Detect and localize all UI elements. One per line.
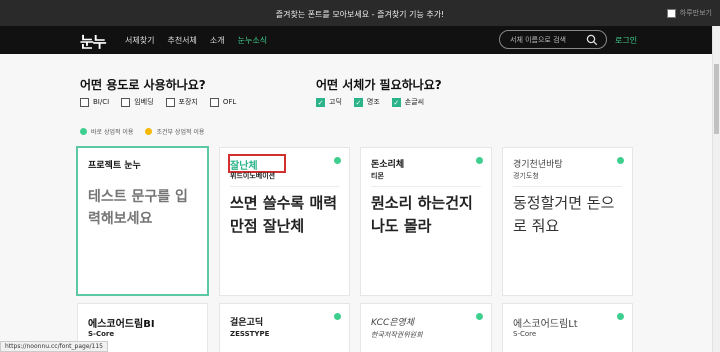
commercial-status-icon xyxy=(617,313,624,320)
font-card-jalnan[interactable]: 잘난체 위드이노베이션 쓰면 쓸수록 매력만점 잘난체 xyxy=(219,147,350,296)
legend-label: 조건부 상업적 이용 xyxy=(156,129,205,136)
legend-commercial: 바로 상업적 이용 xyxy=(80,127,133,136)
style-option-label: 명조 xyxy=(366,98,380,106)
check-icon[interactable]: ✓ xyxy=(353,97,363,107)
font-card-kcc-eunyoung[interactable]: KCC은영체 한국저작권위원회 xyxy=(360,303,492,352)
preview-text-input[interactable] xyxy=(88,186,199,236)
search-input[interactable] xyxy=(510,34,590,46)
style-option-gothic[interactable]: ✓ 고딕 xyxy=(316,97,342,107)
top-banner: 즐겨찾는 폰트를 모아보세요 - 즐겨찾기 기능 추가! 하루만보기 xyxy=(0,0,720,26)
check-icon[interactable]: ✓ xyxy=(316,97,325,107)
login-link[interactable]: 로그인 xyxy=(615,35,637,46)
commercial-status-icon xyxy=(334,157,341,164)
menu-item-about[interactable]: 소개 xyxy=(210,35,225,46)
font-card-maker: 경기도청 xyxy=(513,172,539,180)
font-card-score-dream-lt[interactable]: 에스코어드림Lt S-Core xyxy=(502,303,633,352)
green-dot-icon xyxy=(80,128,87,135)
font-card-donsori[interactable]: 돈소리체 티몬 뭔소리 하는건지 나도 몰라 xyxy=(360,147,492,296)
font-card-name[interactable]: 잘난체 xyxy=(230,157,258,172)
font-card-name[interactable]: 돈소리체 xyxy=(371,157,404,170)
style-option-myeongjo[interactable]: ✓ 명조 xyxy=(353,97,380,107)
font-card-sample: 뭔소리 하는건지 나도 몰라 xyxy=(371,194,473,235)
font-card-sample: 쓰면 쓸수록 매력만점 잘난체 xyxy=(230,194,338,235)
font-card-name[interactable]: 에스코어드림Lt xyxy=(513,315,578,330)
usage-option-packaging[interactable]: 포장지 xyxy=(165,97,198,107)
font-card-gyeonggi-batang[interactable]: 경기천년바탕 경기도청 동정할거면 돈으로 줘요 xyxy=(502,147,633,296)
usage-option-label: 임베딩 xyxy=(134,98,154,106)
license-legend: 바로 상업적 이용 조건부 상업적 이용 xyxy=(80,127,204,136)
legend-label: 바로 상업적 이용 xyxy=(91,129,134,136)
navigation-bar: 눈누 서체찾기 추천서체 소개 눈누소식 로그인 xyxy=(0,26,712,54)
usage-option-label: BI/CI xyxy=(93,98,110,106)
style-option-label: 손글씨 xyxy=(404,98,425,106)
font-card-name: 프로젝트 눈누 xyxy=(88,161,141,171)
style-options: ✓ 고딕 ✓ 명조 ✓ 손글씨 xyxy=(316,97,424,107)
usage-checkbox[interactable] xyxy=(209,97,219,107)
banner-message[interactable]: 즐겨찾는 폰트를 모아보세요 - 즐겨찾기 기능 추가! xyxy=(0,9,720,20)
scrollbar-thumb[interactable] xyxy=(714,64,719,134)
font-card-preview-input[interactable]: 프로젝트 눈누 xyxy=(76,146,209,296)
hide-today-checkbox[interactable] xyxy=(666,8,676,18)
check-icon[interactable]: ✓ xyxy=(391,97,401,107)
hide-today-toggle[interactable]: 하루만보기 xyxy=(666,8,712,18)
site-logo[interactable]: 눈누 xyxy=(80,31,107,52)
style-option-label: 고딕 xyxy=(329,98,342,106)
font-card-geoleun-gothic[interactable]: 걸은고딕 ZESSTYPE xyxy=(219,303,350,352)
main-menu: 서체찾기 추천서체 소개 눈누소식 xyxy=(125,35,267,46)
divider xyxy=(371,186,481,187)
divider xyxy=(230,186,339,187)
font-card-maker: 티몬 xyxy=(371,172,384,180)
font-card-name[interactable]: 에스코어드림BI xyxy=(88,315,155,330)
search-box[interactable] xyxy=(499,30,607,49)
style-filter-title: 어떤 서체가 필요하나요? xyxy=(316,78,442,92)
commercial-status-icon xyxy=(476,157,483,164)
font-card-maker: S-Core xyxy=(88,330,115,338)
usage-option-embedding[interactable]: 임베딩 xyxy=(121,97,154,107)
font-card-maker: 한국저작권위원회 xyxy=(371,331,423,339)
usage-option-bici[interactable]: BI/CI xyxy=(80,97,109,107)
yellow-dot-icon xyxy=(145,128,153,135)
status-bar-url: https://noonnu.cc/font_page/115 xyxy=(0,341,108,352)
usage-checkbox[interactable] xyxy=(165,97,175,107)
style-option-handwriting[interactable]: ✓ 손글씨 xyxy=(391,97,425,107)
font-card-name[interactable]: 경기천년바탕 xyxy=(513,157,563,170)
font-card-name[interactable]: 걸은고딕 xyxy=(230,315,263,328)
usage-filter-title: 어떤 용도로 사용하나요? xyxy=(80,78,206,92)
usage-checkbox[interactable] xyxy=(80,97,89,107)
font-card-maker: ZESSTYPE xyxy=(230,330,270,338)
usage-option-label: 포장지 xyxy=(178,98,198,106)
divider xyxy=(513,186,622,187)
menu-item-recommended[interactable]: 추천서체 xyxy=(167,35,196,46)
commercial-status-icon xyxy=(334,313,341,320)
commercial-status-icon xyxy=(476,313,483,320)
usage-option-label: OFL xyxy=(222,98,237,106)
font-card-name[interactable]: KCC은영체 xyxy=(371,315,414,328)
menu-item-find-fonts[interactable]: 서체찾기 xyxy=(125,35,154,46)
page-scrollbar[interactable] xyxy=(712,26,720,352)
usage-options: BI/CI 임베딩 포장지 OFL xyxy=(80,97,236,107)
usage-option-ofl[interactable]: OFL xyxy=(209,97,237,107)
usage-checkbox[interactable] xyxy=(121,97,131,107)
search-icon[interactable] xyxy=(586,34,598,46)
font-card-sample: 동정할거면 돈으로 줘요 xyxy=(513,194,615,235)
legend-conditional: 조건부 상업적 이용 xyxy=(145,127,204,136)
hide-today-label: 하루만보기 xyxy=(679,9,712,17)
font-card-maker: S-Core xyxy=(513,330,537,338)
commercial-status-icon xyxy=(617,157,624,164)
menu-item-news[interactable]: 눈누소식 xyxy=(238,35,267,46)
font-card-maker: 위드이노베이션 xyxy=(230,172,276,180)
